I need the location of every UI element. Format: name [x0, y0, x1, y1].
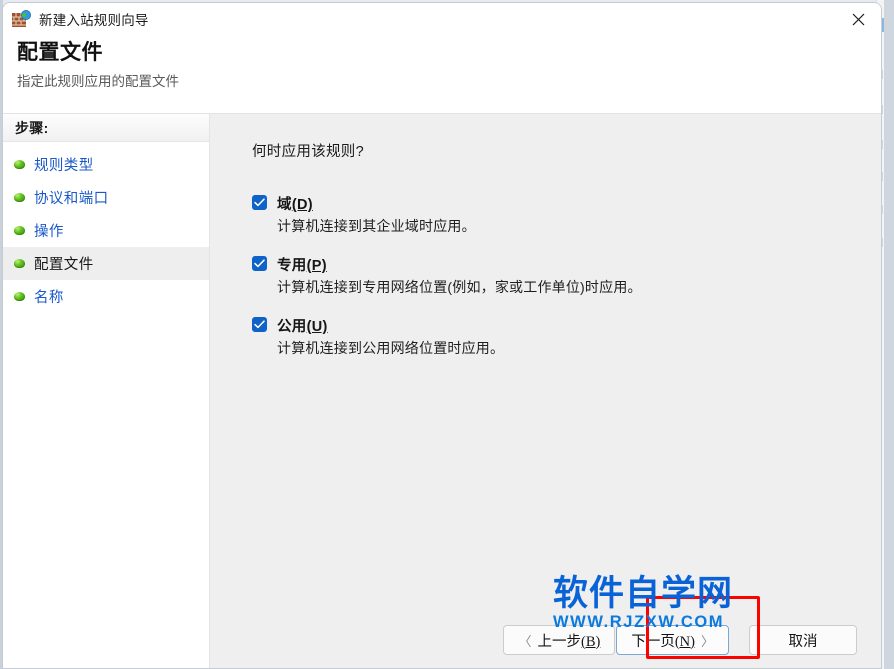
option-domain-description: 计算机连接到其企业域时应用。: [277, 218, 476, 234]
option-private: 专用(P) 计算机连接到专用网络位置(例如，家或工作单位)时应用。: [252, 255, 881, 297]
dialog-footer: 〈 上一步(B) 下一页(N) 〉 取消: [212, 608, 881, 668]
sidebar-item-label: 配置文件: [34, 257, 94, 273]
option-domain-label: 域(D): [277, 197, 313, 213]
new-inbound-rule-wizard-dialog: 新建入站规则向导 配置文件 指定此规则应用的配置文件 步骤: 规则类型 协议和端…: [2, 2, 882, 669]
sidebar-item-action[interactable]: 操作: [3, 214, 209, 247]
sidebar-item-name[interactable]: 名称: [3, 280, 209, 313]
option-public-label: 公用(U): [277, 319, 328, 335]
button-row: 〈 上一步(B) 下一页(N) 〉 取消: [503, 625, 857, 655]
steps-heading: 步骤:: [3, 114, 209, 142]
chevron-right-icon: 〉: [700, 633, 714, 649]
sidebar-item-label: 协议和端口: [34, 191, 109, 207]
sidebar-item-label: 操作: [34, 224, 64, 240]
window-title: 新建入站规则向导: [39, 13, 149, 28]
dialog-body: 步骤: 规则类型 协议和端口 操作 配置文件 名称 何时应用该规则? 域(D) …: [3, 114, 881, 668]
step-bullet-icon: [14, 160, 25, 169]
page-header: 配置文件 指定此规则应用的配置文件: [3, 35, 881, 113]
sidebar-item-label: 规则类型: [34, 158, 94, 174]
content-question: 何时应用该规则?: [252, 144, 364, 160]
sidebar-item-profile[interactable]: 配置文件: [3, 247, 209, 280]
background-right-edge: [884, 0, 894, 669]
next-button[interactable]: 下一页(N) 〉: [616, 625, 729, 655]
content-panel: 何时应用该规则? 域(D) 计算机连接到其企业域时应用。 专用(P) 计算机连接…: [210, 114, 881, 668]
option-private-description: 计算机连接到专用网络位置(例如，家或工作单位)时应用。: [277, 279, 642, 295]
firewall-globe-icon: [12, 10, 32, 28]
option-domain: 域(D) 计算机连接到其企业域时应用。: [252, 194, 881, 236]
step-bullet-icon: [14, 259, 25, 268]
checkbox-public[interactable]: [252, 317, 267, 332]
page-subtitle: 指定此规则应用的配置文件: [17, 74, 179, 89]
checkbox-domain[interactable]: [252, 195, 267, 210]
steps-list: 规则类型 协议和端口 操作 配置文件 名称: [3, 142, 209, 313]
step-bullet-icon: [14, 193, 25, 202]
sidebar-item-rule-type[interactable]: 规则类型: [3, 148, 209, 181]
close-button[interactable]: [835, 3, 881, 35]
steps-sidebar: 步骤: 规则类型 协议和端口 操作 配置文件 名称: [3, 114, 210, 668]
option-private-label: 专用(P): [277, 258, 327, 274]
back-button[interactable]: 〈 上一步(B): [503, 625, 616, 655]
cancel-button[interactable]: 取消: [749, 625, 857, 655]
chevron-left-icon: 〈: [518, 633, 532, 649]
titlebar: 新建入站规则向导: [3, 3, 881, 35]
sidebar-item-label: 名称: [34, 290, 64, 306]
option-public-description: 计算机连接到公用网络位置时应用。: [277, 340, 505, 356]
option-public: 公用(U) 计算机连接到公用网络位置时应用。: [252, 316, 881, 358]
sidebar-item-protocol-and-ports[interactable]: 协议和端口: [3, 181, 209, 214]
step-bullet-icon: [14, 226, 25, 235]
checkbox-private[interactable]: [252, 256, 267, 271]
page-title: 配置文件: [17, 41, 103, 64]
step-bullet-icon: [14, 292, 25, 301]
screen: 新建入站规则向导 配置文件 指定此规则应用的配置文件 步骤: 规则类型 协议和端…: [0, 0, 894, 669]
